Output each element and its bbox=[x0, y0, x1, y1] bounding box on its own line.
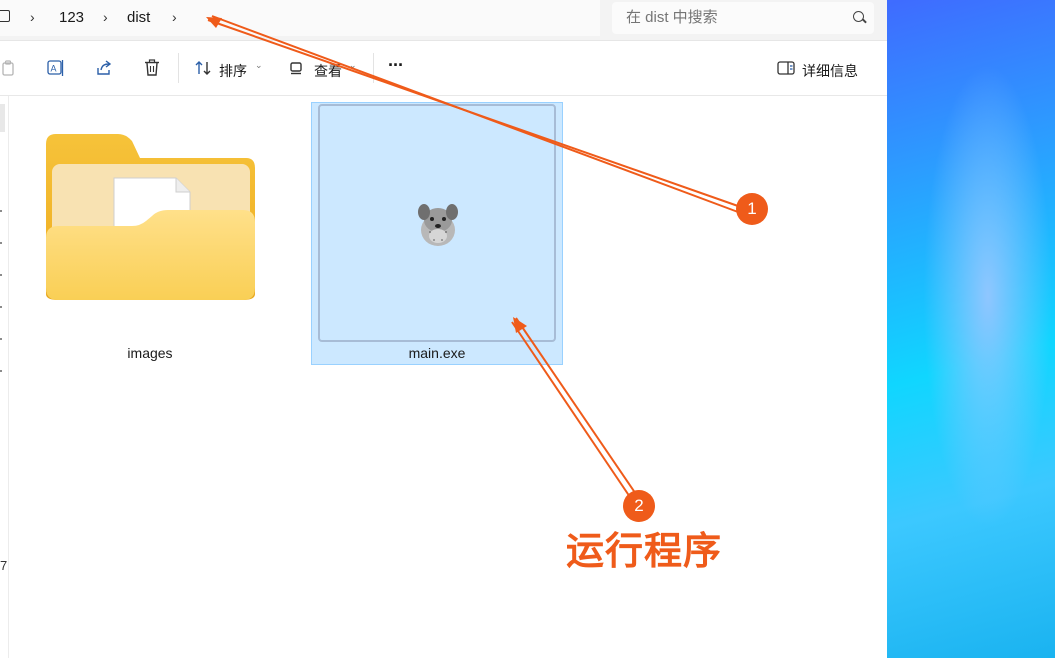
details-pane-icon[interactable] bbox=[776, 58, 796, 78]
breadcrumb-item-123[interactable]: 123 bbox=[59, 9, 84, 26]
file-explorer-window: › 123 › dist › A 排序 ⌄ bbox=[0, 0, 888, 658]
breadcrumb-item-dist[interactable]: dist bbox=[127, 9, 150, 26]
breadcrumb[interactable]: › 123 › dist › bbox=[0, 0, 600, 36]
toolbar-divider bbox=[373, 53, 374, 83]
nav-expand-icon[interactable] bbox=[0, 242, 2, 244]
rename-icon[interactable]: A bbox=[46, 58, 66, 78]
nav-item-label[interactable]: 7. bbox=[0, 558, 8, 573]
annotation-label: 运行程序 bbox=[566, 529, 723, 573]
paste-icon[interactable] bbox=[0, 58, 18, 78]
folder-item-images[interactable] bbox=[40, 128, 260, 368]
breadcrumb-chevron-icon[interactable]: › bbox=[103, 9, 108, 25]
sort-icon[interactable] bbox=[193, 58, 213, 78]
more-options-button[interactable]: ··· bbox=[388, 55, 404, 76]
folder-name-label: images bbox=[127, 345, 173, 361]
nav-expand-icon[interactable] bbox=[0, 274, 2, 276]
breadcrumb-chevron-icon[interactable]: › bbox=[172, 9, 177, 25]
step-badge-2: 2 bbox=[623, 490, 655, 522]
view-icon[interactable] bbox=[287, 58, 307, 78]
toolbar-divider bbox=[178, 53, 179, 83]
view-button[interactable]: 查看 bbox=[314, 61, 342, 81]
nav-expand-icon[interactable] bbox=[0, 306, 2, 308]
folder-icon bbox=[46, 134, 255, 300]
file-name-label: main.exe bbox=[408, 345, 466, 361]
file-thumbnail bbox=[318, 104, 556, 342]
search-box[interactable] bbox=[612, 2, 874, 34]
step-badge-1: 1 bbox=[736, 193, 768, 225]
breadcrumb-chevron-icon[interactable]: › bbox=[30, 9, 35, 25]
desktop-wallpaper bbox=[887, 0, 1055, 658]
sort-button[interactable]: 排序 bbox=[219, 61, 247, 81]
nav-expand-icon[interactable] bbox=[0, 210, 2, 212]
chevron-down-icon[interactable]: ⌄ bbox=[349, 60, 357, 71]
navigation-pane: 7. bbox=[0, 96, 9, 658]
search-input[interactable] bbox=[626, 9, 836, 26]
search-icon[interactable] bbox=[853, 11, 864, 22]
details-button[interactable]: 详细信息 bbox=[802, 61, 858, 81]
nav-expand-icon[interactable] bbox=[0, 370, 2, 372]
share-icon[interactable] bbox=[94, 58, 114, 78]
nav-selected-item[interactable] bbox=[0, 104, 5, 132]
command-bar: A 排序 ⌄ 查看 ⌄ ··· 详细信息 bbox=[0, 41, 887, 96]
this-pc-icon[interactable] bbox=[0, 10, 10, 22]
delete-icon[interactable] bbox=[142, 58, 162, 78]
nav-expand-icon[interactable] bbox=[0, 338, 2, 340]
chevron-down-icon[interactable]: ⌄ bbox=[255, 60, 263, 71]
address-bar: › 123 › dist › bbox=[0, 0, 887, 41]
svg-text:A: A bbox=[51, 64, 57, 74]
dog-app-icon bbox=[418, 204, 458, 246]
